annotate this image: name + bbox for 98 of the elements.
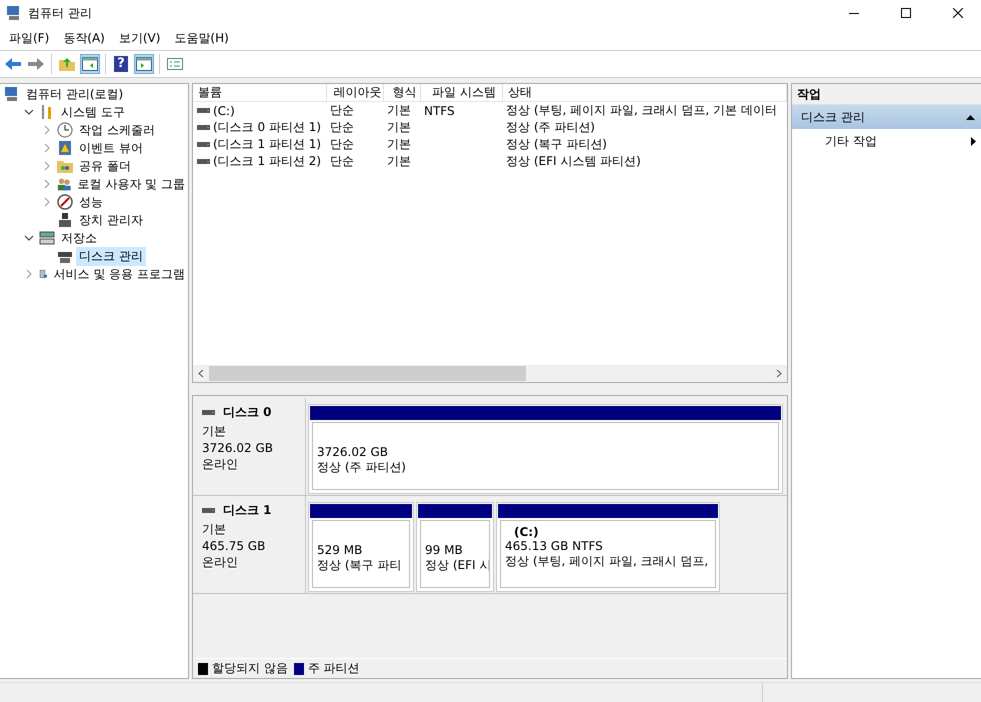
- menu-item[interactable]: 동작(A): [56, 30, 112, 46]
- tree-item[interactable]: 로컬 사용자 및 그룹: [74, 174, 188, 194]
- collapse-chevron-icon[interactable]: [24, 109, 34, 115]
- forward-arrow-icon: [28, 58, 44, 70]
- computer-icon: [4, 86, 20, 102]
- tree-item[interactable]: 성능: [76, 192, 106, 212]
- partition-status: 정상 (주 파티션): [317, 459, 406, 476]
- disk-size: 3726.02 GB: [202, 441, 274, 455]
- partition-block[interactable]: 529 MB 정상 (복구 파티: [308, 502, 414, 592]
- tree-item[interactable]: 저장소: [58, 228, 100, 248]
- toolbar-button[interactable]: [134, 54, 154, 74]
- event-log-icon: [57, 140, 73, 156]
- disk-status: 온라인: [202, 456, 239, 473]
- tree-item[interactable]: 서비스 및 응용 프로그램: [50, 264, 188, 284]
- table-cell: 단순: [330, 119, 354, 136]
- disk-size: 465.75 GB: [202, 539, 266, 553]
- partition-size: 3726.02 GB: [317, 445, 388, 459]
- disk-type: 기본: [202, 521, 227, 538]
- drive-icon: [197, 107, 210, 114]
- drive-icon: [202, 409, 215, 416]
- partition-status: 정상 (복구 파티: [317, 557, 402, 574]
- maximize-icon[interactable]: [901, 8, 911, 18]
- expand-chevron-icon[interactable]: [44, 143, 50, 153]
- drive-icon: [197, 141, 210, 148]
- drive-icon: [197, 124, 210, 131]
- column-header[interactable]: 볼륨: [193, 84, 327, 102]
- tree-item[interactable]: 작업 스케줄러: [76, 120, 158, 140]
- legend-label: 주 파티션: [308, 660, 360, 677]
- table-cell: 정상 (복구 파티션): [506, 136, 607, 153]
- expand-chevron-icon[interactable]: [44, 125, 50, 135]
- column-header[interactable]: 레이아웃: [327, 84, 384, 102]
- column-header[interactable]: 상태: [503, 84, 787, 102]
- submenu-arrow-icon: [971, 136, 976, 146]
- folder-up-icon: [59, 57, 75, 71]
- table-cell: 기본: [387, 153, 411, 170]
- tree-item[interactable]: 디스크 관리: [76, 246, 146, 266]
- menu-item[interactable]: 보기(V): [112, 30, 168, 46]
- back-arrow-icon: [5, 58, 21, 70]
- table-cell: 단순: [330, 102, 354, 119]
- clock-icon: [57, 122, 73, 138]
- table-cell: (디스크 0 파티션 1): [213, 119, 322, 136]
- tree-item[interactable]: 컴퓨터 관리(로컬): [23, 84, 126, 104]
- gauge-icon: [57, 194, 73, 210]
- table-cell: 단순: [330, 153, 354, 170]
- partition-size: 465.13 GB NTFS: [505, 539, 603, 553]
- tree-item[interactable]: 공유 폴더: [76, 156, 134, 176]
- menu-item[interactable]: 도움말(H): [167, 30, 236, 46]
- table-cell: NTFS: [424, 104, 455, 118]
- legend-label: 할당되지 않음: [212, 660, 288, 677]
- table-cell: (디스크 1 파티션 2): [213, 153, 322, 170]
- tree-item[interactable]: 장치 관리자: [76, 210, 146, 230]
- partition-label: (C:): [513, 525, 539, 539]
- partition-block[interactable]: 3726.02 GB 정상 (주 파티션): [308, 404, 783, 494]
- table-cell: 정상 (부팅, 페이지 파일, 크래시 덤프, 기본 데이터: [506, 102, 777, 119]
- storage-icon: [39, 230, 55, 246]
- action-item[interactable]: 기타 작업: [792, 129, 981, 153]
- table-cell: 정상 (주 파티션): [506, 119, 595, 136]
- actions-section-header[interactable]: 디스크 관리: [792, 105, 981, 129]
- expand-chevron-icon[interactable]: [44, 179, 50, 189]
- shared-folder-icon: [57, 158, 73, 174]
- partition-status: 정상 (부팅, 페이지 파일, 크래시 덤프,: [505, 553, 708, 570]
- table-cell: 정상 (EFI 시스템 파티션): [506, 153, 641, 170]
- action-pane-icon: [136, 57, 152, 71]
- device-icon: [57, 212, 73, 228]
- partition-size: 529 MB: [317, 543, 362, 557]
- window-title: 컴퓨터 관리: [28, 4, 93, 22]
- disk-name: 디스크 1: [223, 502, 272, 519]
- horizontal-scrollbar[interactable]: [193, 365, 787, 382]
- collapse-chevron-icon[interactable]: [24, 235, 34, 241]
- actions-title: 작업: [792, 84, 981, 105]
- tree-item[interactable]: 이벤트 뷰어: [76, 138, 146, 158]
- column-header[interactable]: 형식: [384, 84, 421, 102]
- close-icon[interactable]: [953, 8, 963, 18]
- drive-icon: [202, 507, 215, 514]
- table-cell: 단순: [330, 136, 354, 153]
- disk-status: 온라인: [202, 554, 239, 571]
- console-tree-icon: [82, 57, 98, 71]
- table-cell: 기본: [387, 119, 411, 136]
- disk-name: 디스크 0: [223, 404, 272, 421]
- partition-block[interactable]: (C:) 465.13 GB NTFS 정상 (부팅, 페이지 파일, 크래시 덤프,: [496, 502, 720, 592]
- table-cell: (디스크 1 파티션 1): [213, 136, 322, 153]
- table-cell: 기본: [387, 102, 411, 119]
- column-header[interactable]: 파일 시스템: [421, 84, 503, 102]
- disk-type: 기본: [202, 423, 227, 440]
- tree-item[interactable]: 시스템 도구: [58, 102, 128, 122]
- expand-chevron-icon[interactable]: [26, 269, 32, 279]
- drive-icon: [197, 158, 210, 165]
- users-icon: [57, 176, 72, 192]
- expand-chevron-icon[interactable]: [44, 161, 50, 171]
- minimize-icon[interactable]: [849, 12, 859, 14]
- menu-item[interactable]: 파일(F): [2, 30, 56, 46]
- partition-size: 99 MB: [425, 543, 463, 557]
- table-cell: 기본: [387, 136, 411, 153]
- toolbar-button[interactable]: [80, 54, 100, 74]
- computer-management-icon: [6, 5, 22, 21]
- properties-icon: [167, 58, 183, 70]
- table-cell: (C:): [213, 104, 235, 118]
- expand-chevron-icon[interactable]: [44, 197, 50, 207]
